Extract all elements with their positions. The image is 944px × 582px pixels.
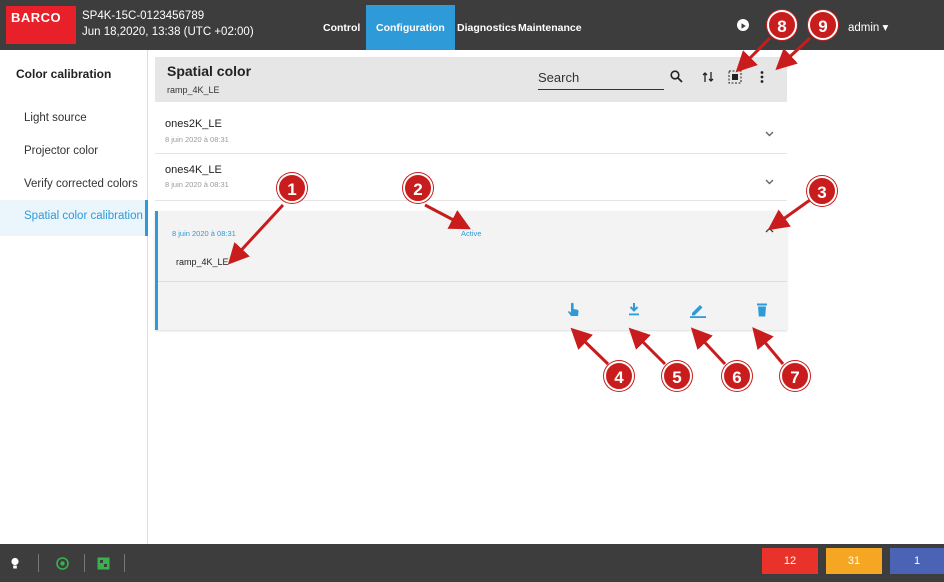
divider: [124, 554, 125, 572]
warning-count-badge[interactable]: 31: [826, 548, 882, 574]
chevron-up-icon[interactable]: [765, 225, 774, 235]
list-item[interactable]: ones2K_LE 8 juin 2020 à 08:31: [155, 110, 787, 154]
sidebar-item-spatial-color[interactable]: Spatial color calibration: [0, 200, 148, 236]
search-icon[interactable]: [670, 70, 683, 86]
select-all-icon[interactable]: [728, 70, 742, 87]
nav-configuration[interactable]: Configuration: [366, 5, 455, 50]
sidebar-title: Color calibration: [16, 67, 112, 81]
chevron-down-icon: ▾: [882, 22, 889, 34]
user-name: admin: [848, 22, 880, 34]
more-options-icon[interactable]: [759, 70, 765, 87]
sidebar-item-light-source[interactable]: Light source: [0, 102, 148, 138]
status-bar: 12 31 1: [0, 544, 944, 582]
sidebar: Color calibration Light source Projector…: [0, 50, 148, 544]
top-bar: BARCO SP4K-15C-0123456789 Jun 18,2020, 1…: [0, 0, 944, 50]
callout-6: 6: [722, 361, 752, 391]
divider: [158, 281, 787, 282]
callout-9: 9: [808, 10, 838, 40]
play-icon[interactable]: [737, 19, 749, 31]
download-icon[interactable]: [628, 302, 640, 320]
target-icon[interactable]: [56, 557, 69, 573]
user-menu[interactable]: admin ▾: [848, 20, 888, 34]
item-date: 8 juin 2020 à 08:31: [172, 229, 236, 238]
barco-logo: BARCO: [6, 6, 76, 44]
callout-2: 2: [403, 173, 433, 203]
device-date: Jun 18,2020, 13:38 (UTC +02:00): [82, 26, 254, 38]
content-header: Spatial color ramp_4K_LE Search: [155, 57, 787, 102]
edit-icon[interactable]: [689, 302, 707, 322]
sidebar-item-verify-colors[interactable]: Verify corrected colors: [0, 168, 148, 204]
sidebar-item-projector-color[interactable]: Projector color: [0, 135, 148, 171]
callout-8: 8: [767, 10, 797, 40]
callout-7: 7: [780, 361, 810, 391]
callout-4: 4: [604, 361, 634, 391]
item-date: 8 juin 2020 à 08:31: [165, 180, 229, 189]
status-badge: Active: [461, 229, 482, 238]
divider: [38, 554, 39, 572]
divider: [84, 554, 85, 572]
delete-icon[interactable]: [756, 302, 768, 321]
chevron-down-icon[interactable]: [765, 177, 774, 187]
item-date: 8 juin 2020 à 08:31: [165, 135, 229, 144]
lightbulb-icon[interactable]: [10, 557, 20, 573]
callout-5: 5: [662, 361, 692, 391]
error-count-badge[interactable]: 12: [762, 548, 818, 574]
page-title: Spatial color: [167, 63, 252, 79]
activate-icon[interactable]: [566, 302, 580, 322]
chevron-down-icon[interactable]: [765, 129, 774, 139]
expanded-item[interactable]: 8 juin 2020 à 08:31 Active ramp_4K_LE: [155, 211, 787, 330]
item-name: ones4K_LE: [165, 164, 222, 176]
callout-3: 3: [807, 176, 837, 206]
item-name: ramp_4K_LE: [176, 257, 229, 267]
item-name: ones2K_LE: [165, 118, 222, 130]
sort-icon[interactable]: [701, 70, 715, 87]
pattern-icon[interactable]: [97, 557, 110, 573]
list-item[interactable]: ones4K_LE 8 juin 2020 à 08:31: [155, 155, 787, 201]
info-count-badge[interactable]: 1: [890, 548, 944, 574]
callout-1: 1: [277, 173, 307, 203]
nav-control[interactable]: Control: [313, 5, 370, 50]
search-input[interactable]: Search: [538, 70, 664, 90]
nav-maintenance[interactable]: Maintenance: [508, 5, 592, 50]
device-name: SP4K-15C-0123456789: [82, 10, 205, 22]
page-subtitle: ramp_4K_LE: [167, 85, 220, 95]
